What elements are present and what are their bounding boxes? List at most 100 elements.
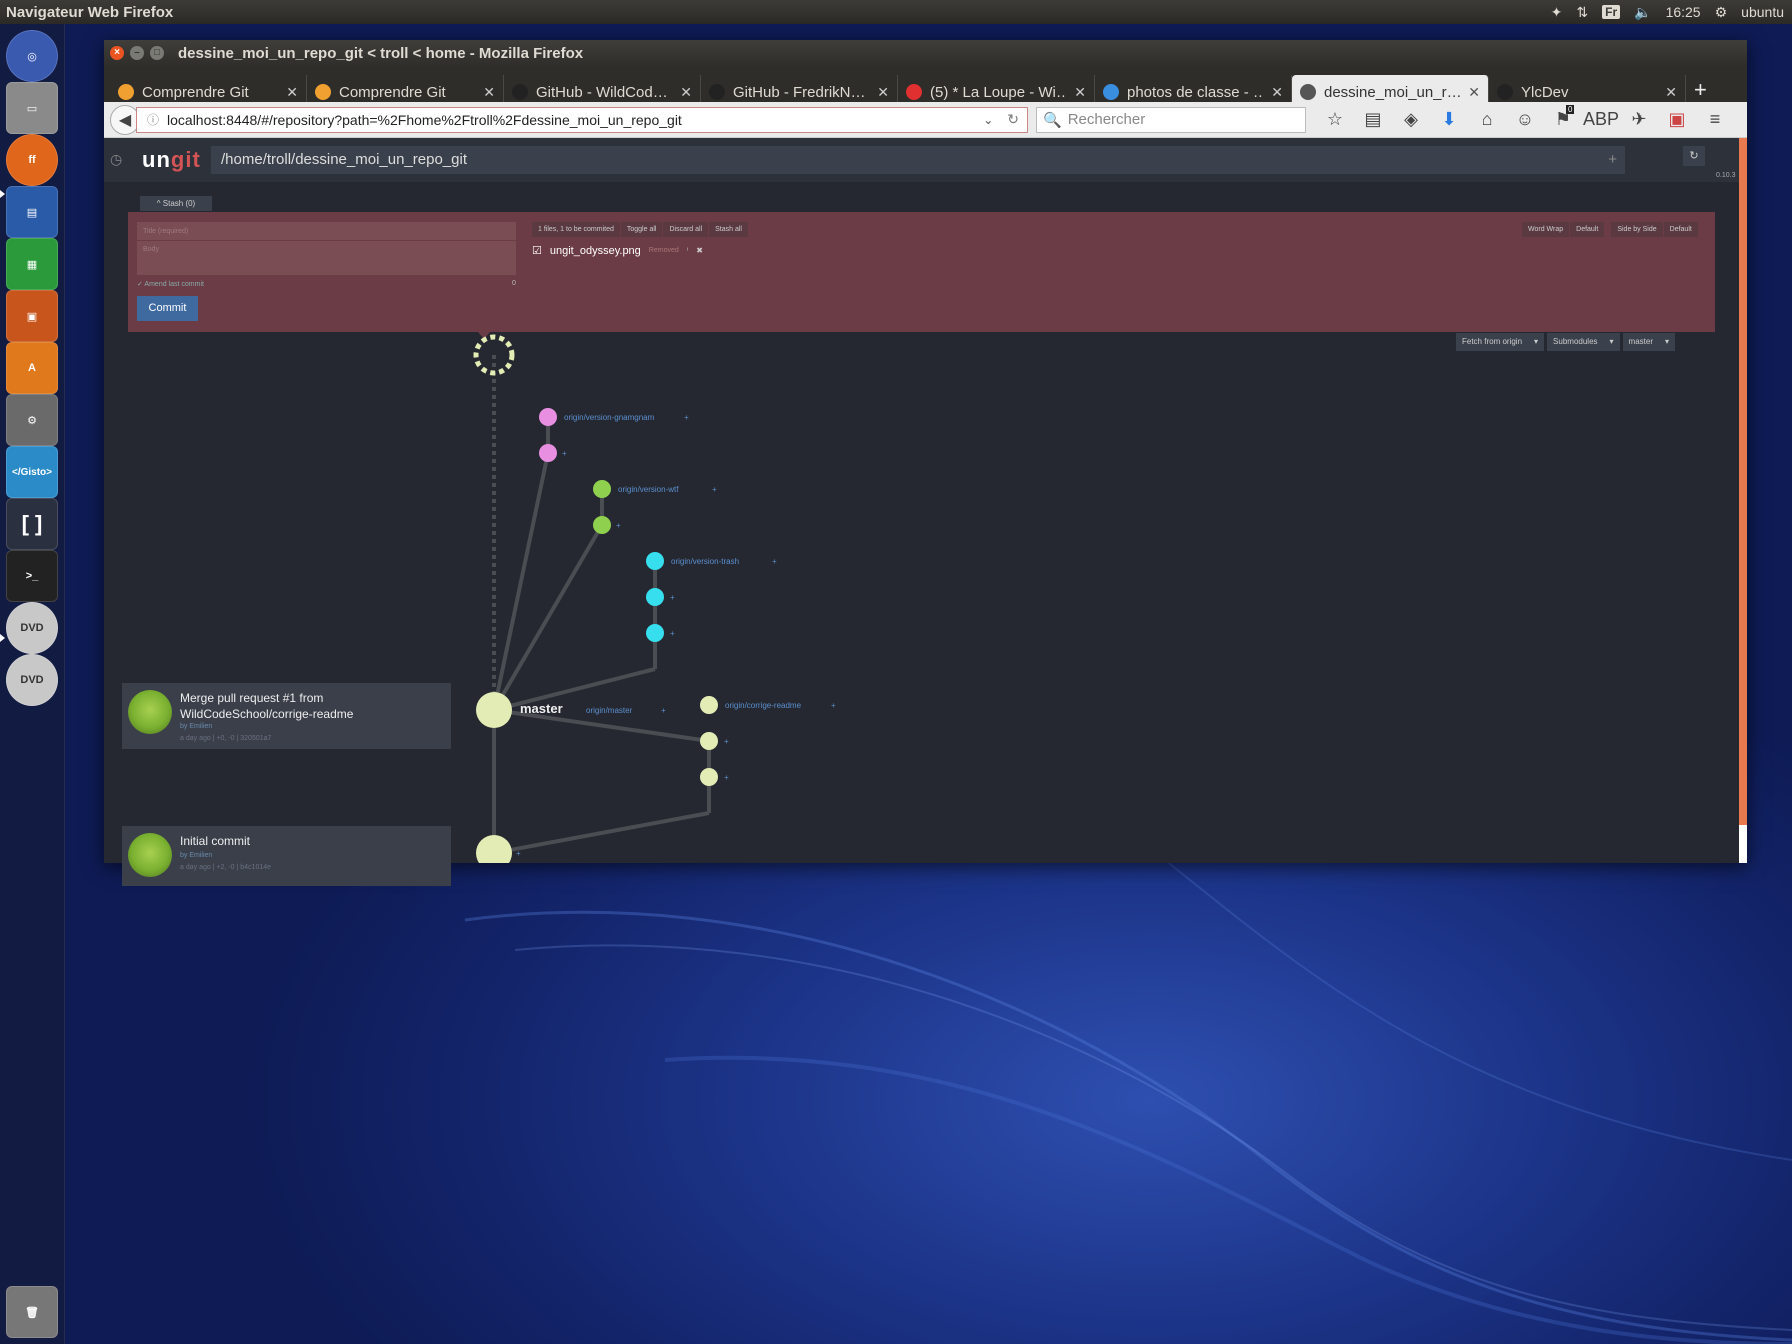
active-app-name: Navigateur Web Firefox [6,3,174,21]
firefox-icon[interactable]: ff [6,134,58,186]
tab-favicon-icon [906,84,922,100]
search-bar[interactable]: 🔍 Rechercher [1036,106,1306,133]
settings-gear-icon[interactable]: ⚙ [1715,4,1728,21]
head-branch-label[interactable]: master [520,701,563,716]
trash-icon[interactable]: 🗑 [6,1286,58,1338]
tab-label[interactable]: GitHub - WildCod… [536,84,672,101]
dvd-icon[interactable]: DVD [6,654,58,706]
commit-node[interactable] [539,408,557,426]
add-ref-icon[interactable]: + [724,773,729,782]
close-window-icon[interactable]: × [110,46,124,60]
initial-commit-node[interactable] [476,835,512,863]
add-ref-icon[interactable]: + [772,557,777,566]
notifications-icon[interactable]: ⚑ 0 [1544,105,1582,130]
add-ref-icon[interactable]: + [684,413,689,422]
commit-author[interactable]: by Emilien [180,723,212,730]
terminal-icon[interactable]: >_ [6,550,58,602]
system-settings-icon[interactable]: ⚙ [6,394,58,446]
close-tab-icon[interactable]: ✕ [1271,84,1283,101]
keyboard-layout-indicator[interactable]: Fr [1602,5,1621,19]
commit-message: Merge pull request #1 from WildCodeSchoo… [180,691,354,721]
volume-icon[interactable]: 🔈 [1634,4,1651,21]
clock[interactable]: 16:25 [1666,4,1701,20]
close-tab-icon[interactable]: ✕ [877,84,889,101]
ref-version-wtf[interactable]: origin/version-wtf [618,485,679,494]
commit-node[interactable] [593,516,611,534]
commit-node[interactable] [646,588,664,606]
files-icon[interactable]: ▭ [6,82,58,134]
tab-label[interactable]: YlcDev [1521,84,1657,101]
url-text[interactable]: localhost:8448/#/repository?path=%2Fhome… [167,112,682,128]
ref-origin-master[interactable]: origin/master [586,706,633,715]
extension-icon[interactable]: ✈ [1620,109,1658,130]
close-tab-icon[interactable]: ✕ [1074,84,1086,101]
libreoffice-calc-icon[interactable]: ▦ [6,238,58,290]
bookmark-star-icon[interactable]: ☆ [1316,109,1354,130]
pocket-icon[interactable]: ◈ [1392,109,1430,130]
downloads-icon[interactable]: ⬇ [1430,109,1468,130]
master-commit-node[interactable] [476,692,512,728]
commit-author[interactable]: by Emilien [180,852,212,859]
adblock-icon[interactable]: ABP [1582,109,1620,130]
new-tab-icon[interactable]: + [1694,77,1707,103]
add-ref-icon[interactable]: + [670,593,675,602]
chat-icon[interactable]: ☺ [1506,109,1544,130]
commit-node[interactable] [646,552,664,570]
tab-favicon-icon [315,84,331,100]
add-ref-icon[interactable]: + [616,521,621,530]
ungit-page: ◷ ungit /home/troll/dessine_moi_un_repo_… [104,138,1739,886]
commit-node[interactable] [700,696,718,714]
libreoffice-writer-icon[interactable]: ▤ [6,186,58,238]
dropbox-icon[interactable]: ✦ [1551,4,1563,21]
ref-corrige-readme[interactable]: origin/corrige-readme [725,701,802,710]
ref-version-gnamgnam[interactable]: origin/version-gnamgnam [564,413,655,422]
add-ref-icon[interactable]: + [831,701,836,710]
brackets-icon[interactable]: [ ] [6,498,58,550]
network-icon[interactable]: ⇅ [1576,4,1588,21]
close-tab-icon[interactable]: ✕ [1665,84,1677,101]
url-bar[interactable]: ⓘ localhost:8448/#/repository?path=%2Fho… [136,106,1028,133]
software-center-icon[interactable]: A [6,342,58,394]
commit-node[interactable] [700,768,718,786]
hamburger-menu-icon[interactable]: ≡ [1696,109,1734,130]
add-ref-icon[interactable]: + [562,449,567,458]
reload-icon[interactable]: ↻ [1007,111,1019,128]
maximize-window-icon[interactable]: □ [150,46,164,60]
tab-label[interactable]: photos de classe - … [1127,84,1263,101]
close-tab-icon[interactable]: ✕ [483,84,495,101]
url-dropdown-icon[interactable]: ⌄ [983,113,993,127]
commit-node[interactable] [700,732,718,750]
add-ref-icon[interactable]: + [712,485,717,494]
commit-node[interactable] [593,480,611,498]
close-tab-icon[interactable]: ✕ [286,84,298,101]
dvd-icon[interactable]: DVD [6,602,58,654]
tab-favicon-icon [1300,84,1316,100]
gisto-icon[interactable]: </Gisto> [6,446,58,498]
add-ref-icon[interactable]: + [670,629,675,638]
user-name[interactable]: ubuntu [1741,4,1784,20]
commit-card[interactable]: Initial commit by Emilien a day ago | +2… [122,826,451,886]
tab-label[interactable]: Comprendre Git [142,84,278,101]
scrollbar-thumb[interactable] [1739,825,1747,863]
ubuntu-dash-icon[interactable]: ◎ [6,30,58,82]
add-ref-icon[interactable]: + [724,737,729,746]
home-icon[interactable]: ⌂ [1468,109,1506,130]
reading-list-icon[interactable]: ▤ [1354,109,1392,130]
libreoffice-impress-icon[interactable]: ▣ [6,290,58,342]
add-ref-icon[interactable]: + [661,706,666,715]
page-scrollbar[interactable] [1739,138,1747,863]
close-tab-icon[interactable]: ✕ [680,84,692,101]
tab-label[interactable]: GitHub - FredrikN… [733,84,869,101]
tab-label[interactable]: dessine_moi_un_r… [1324,84,1460,101]
commit-node[interactable] [539,444,557,462]
tab-label[interactable]: Comprendre Git [339,84,475,101]
close-tab-icon[interactable]: ✕ [1468,84,1480,101]
tab-label[interactable]: (5) * La Loupe - Wi… [930,84,1066,101]
addon-icon[interactable]: ▣ [1658,109,1696,130]
site-info-icon[interactable]: ⓘ [147,111,159,128]
commit-card[interactable]: Merge pull request #1 from WildCodeSchoo… [122,683,451,749]
add-ref-icon[interactable]: + [516,849,521,858]
minimize-window-icon[interactable]: – [130,46,144,60]
ref-version-trash[interactable]: origin/version-trash [671,557,739,566]
commit-node[interactable] [646,624,664,642]
